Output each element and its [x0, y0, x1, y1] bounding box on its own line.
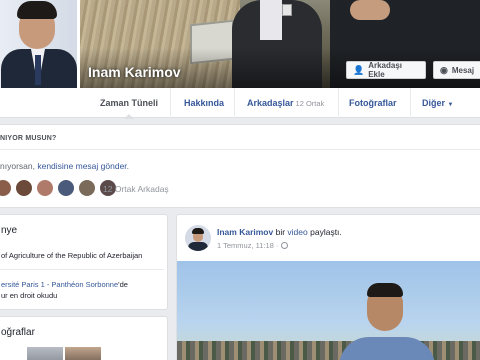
post-author-link[interactable]: Inam Karimov — [217, 227, 273, 237]
know-title: NIYOR MUSUN? — [0, 135, 57, 142]
mutual-friends-link[interactable]: 12 Ortak Arkadaş — [103, 184, 169, 194]
friends-count: 12 Ortak — [295, 99, 325, 108]
do-you-know-card: NIYOR MUSUN? nıyorsan, kendisine mesaj g… — [0, 124, 480, 208]
education-detail: ur en droit okudu — [1, 291, 58, 300]
caret-down-icon: ▼ — [447, 102, 454, 108]
post-video-link[interactable]: video — [287, 227, 307, 237]
profile-nav: Zaman Tüneli Hakkında Arkadaşlar 12 Ortak… — [0, 88, 480, 119]
mutual-friend-avatar[interactable] — [57, 179, 75, 197]
know-message-line: nıyorsan, kendisine mesaj gönder. — [0, 161, 130, 171]
add-friend-icon: 👤 — [353, 64, 365, 75]
intro-title: nye — [1, 225, 18, 236]
tab-photos[interactable]: Fotoğraflar — [349, 88, 397, 118]
messenger-icon: ◉ — [440, 64, 448, 75]
work-line: of Agriculture of the Republic of Azerba… — [1, 251, 143, 260]
mutual-friend-avatar[interactable] — [0, 179, 12, 197]
tab-more[interactable]: Diğer ▼ — [422, 88, 453, 118]
message-label: Mesaj — [451, 65, 475, 75]
post-header: Inam Karimov bir video paylaştı. — [217, 227, 342, 237]
profile-page: Inam Karimov 👤 Arkadaşı Ekle ◉ Mesaj Zam… — [0, 0, 480, 360]
intro-card: nye of Agriculture of the Republic of Az… — [0, 214, 168, 310]
mutual-friend-avatar[interactable] — [78, 179, 96, 197]
profile-name[interactable]: Inam Karimov — [88, 64, 181, 80]
post-video[interactable] — [177, 261, 480, 360]
send-message-link[interactable]: kendisine mesaj gönder — [37, 161, 126, 171]
photo-thumbnail[interactable] — [65, 347, 101, 360]
post-author-avatar[interactable] — [185, 225, 211, 251]
message-button[interactable]: ◉ Mesaj — [433, 61, 480, 79]
post-card: Inam Karimov bir video paylaştı. 1 Temmu… — [176, 214, 480, 360]
intro-divider — [0, 269, 164, 270]
photo-thumbnail[interactable] — [27, 347, 63, 360]
education-line: ersité Paris 1 - Panthéon Sorbonne'de — [1, 280, 128, 289]
post-timestamp[interactable]: 1 Temmuz, 11:18 · — [217, 241, 288, 250]
mutual-friend-avatar[interactable] — [36, 179, 54, 197]
photos-title[interactable]: oğraflar — [1, 327, 35, 338]
add-friend-button[interactable]: 👤 Arkadaşı Ekle — [346, 61, 426, 79]
globe-icon — [280, 242, 288, 249]
add-friend-label: Arkadaşı Ekle — [368, 61, 403, 79]
mutual-friends-avatars — [0, 179, 117, 197]
school-link[interactable]: ersité Paris 1 - Panthéon Sorbonne — [1, 280, 118, 289]
tab-friends[interactable]: Arkadaşlar 12 Ortak — [247, 88, 324, 118]
photos-card: oğraflar — [0, 316, 168, 360]
tab-timeline[interactable]: Zaman Tüneli — [100, 88, 158, 119]
mutual-friend-avatar[interactable] — [15, 179, 33, 197]
tab-about[interactable]: Hakkında — [184, 88, 224, 118]
